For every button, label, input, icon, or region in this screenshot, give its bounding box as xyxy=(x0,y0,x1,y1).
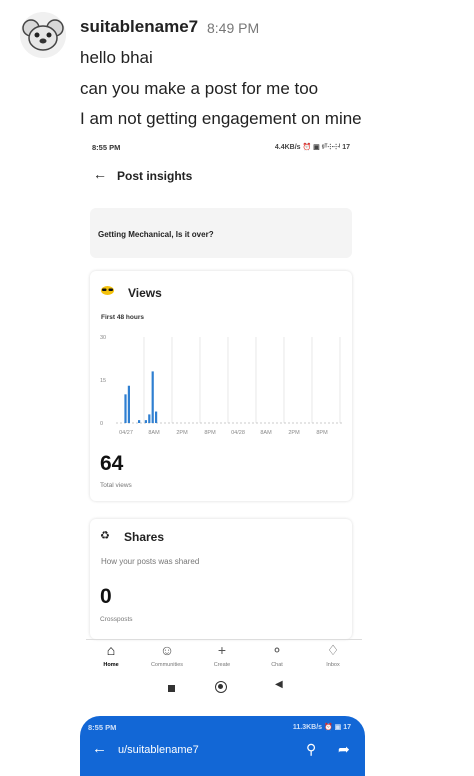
back-system-button[interactable]: ◀ xyxy=(275,679,283,690)
chart-bar xyxy=(155,411,158,423)
chat-icon: ⚬ xyxy=(271,642,283,658)
x-tick-label: 8AM xyxy=(148,430,160,436)
crossposts-label: Crossposts xyxy=(100,616,133,623)
shares-label: Shares xyxy=(124,530,165,544)
status-indicators: 4.4KB/s ⏰ ▣ ᵍᵀ⸭⸭ᴵ 17 xyxy=(274,144,350,151)
sunglasses-icon xyxy=(101,286,114,295)
views-chart: 30 15 0 04/27 8AM 2PM 8PM 04/28 8AM 2PM 8PM xyxy=(100,335,344,436)
nav-chat[interactable]: ⚬ Chat xyxy=(252,641,302,668)
crossposts-count: 0 xyxy=(100,585,112,608)
x-tick-label: 04/28 xyxy=(231,430,245,436)
attached-screenshot[interactable]: 8:55 PM 4.4KB/s ⏰ ▣ ᵍᵀ⸭⸭ᴵ 17 ← Post insi… xyxy=(86,133,362,707)
home-system-button[interactable] xyxy=(215,681,227,693)
chat-message: can you make a post for me too xyxy=(80,79,319,98)
nav-communities[interactable]: ☺ Communities xyxy=(142,641,192,668)
x-tick-label: 2PM xyxy=(176,430,188,436)
total-views-label: Total views xyxy=(100,482,132,489)
avatar[interactable] xyxy=(20,12,66,58)
share-icon: ♻ xyxy=(100,530,110,542)
chart-bar xyxy=(138,420,141,423)
post-title: Getting Mechanical, Is it over? xyxy=(98,230,214,239)
back-arrow-icon[interactable]: ← xyxy=(92,740,107,757)
shares-subtitle: How your posts was shared xyxy=(101,557,200,566)
y-tick-label: 15 xyxy=(100,378,106,384)
nav-home[interactable]: ⌂ Home xyxy=(86,641,136,668)
chart-bar xyxy=(144,420,147,423)
home-icon: ⌂ xyxy=(106,642,116,658)
chat-message: hello bhai xyxy=(80,48,153,67)
status-time: 8:55 PM xyxy=(88,723,117,732)
username[interactable]: suitablename7 xyxy=(80,17,198,37)
back-arrow-icon[interactable]: ← xyxy=(93,166,107,182)
x-tick-label: 2PM xyxy=(288,430,300,436)
status-time: 8:55 PM xyxy=(92,143,121,152)
attached-screenshot-2[interactable]: 8:55 PM 11.3KB/s ⏰ ▣ 17 ← u/suitablename… xyxy=(80,716,365,776)
x-tick-label: 8AM xyxy=(260,430,272,436)
y-tick-label: 30 xyxy=(100,335,106,341)
plus-icon: + xyxy=(217,642,227,658)
bell-icon: ♢ xyxy=(326,642,340,658)
x-tick-label: 8PM xyxy=(316,430,328,436)
x-tick-label: 04/27 xyxy=(119,430,133,436)
nav-create[interactable]: + Create xyxy=(197,641,247,668)
nav-inbox[interactable]: ♢ Inbox xyxy=(308,641,358,668)
y-tick-label: 0 xyxy=(100,421,103,427)
nav-divider xyxy=(86,639,362,640)
range-label: First 48 hours xyxy=(101,314,144,321)
chart-bar xyxy=(127,385,130,423)
message-time: 8:49 PM xyxy=(207,20,260,36)
page-title: Post insights xyxy=(117,169,193,183)
chart-bar xyxy=(151,371,154,423)
profile-title: u/suitablename7 xyxy=(118,744,199,756)
status-indicators: 11.3KB/s ⏰ ▣ 17 xyxy=(292,724,351,731)
chart-bar xyxy=(124,394,127,423)
chat-message: I am not getting engagement on mine xyxy=(80,109,362,128)
communities-icon: ☺ xyxy=(159,642,175,658)
chart-bar xyxy=(148,414,151,423)
total-views-count: 64 xyxy=(100,452,124,475)
x-tick-label: 8PM xyxy=(204,430,216,436)
share-icon[interactable]: ➦ xyxy=(338,741,350,758)
search-icon[interactable]: ⚲ xyxy=(306,741,316,758)
views-label: Views xyxy=(128,286,162,300)
koala-avatar-icon xyxy=(20,12,66,58)
recent-apps-button[interactable] xyxy=(168,685,175,692)
